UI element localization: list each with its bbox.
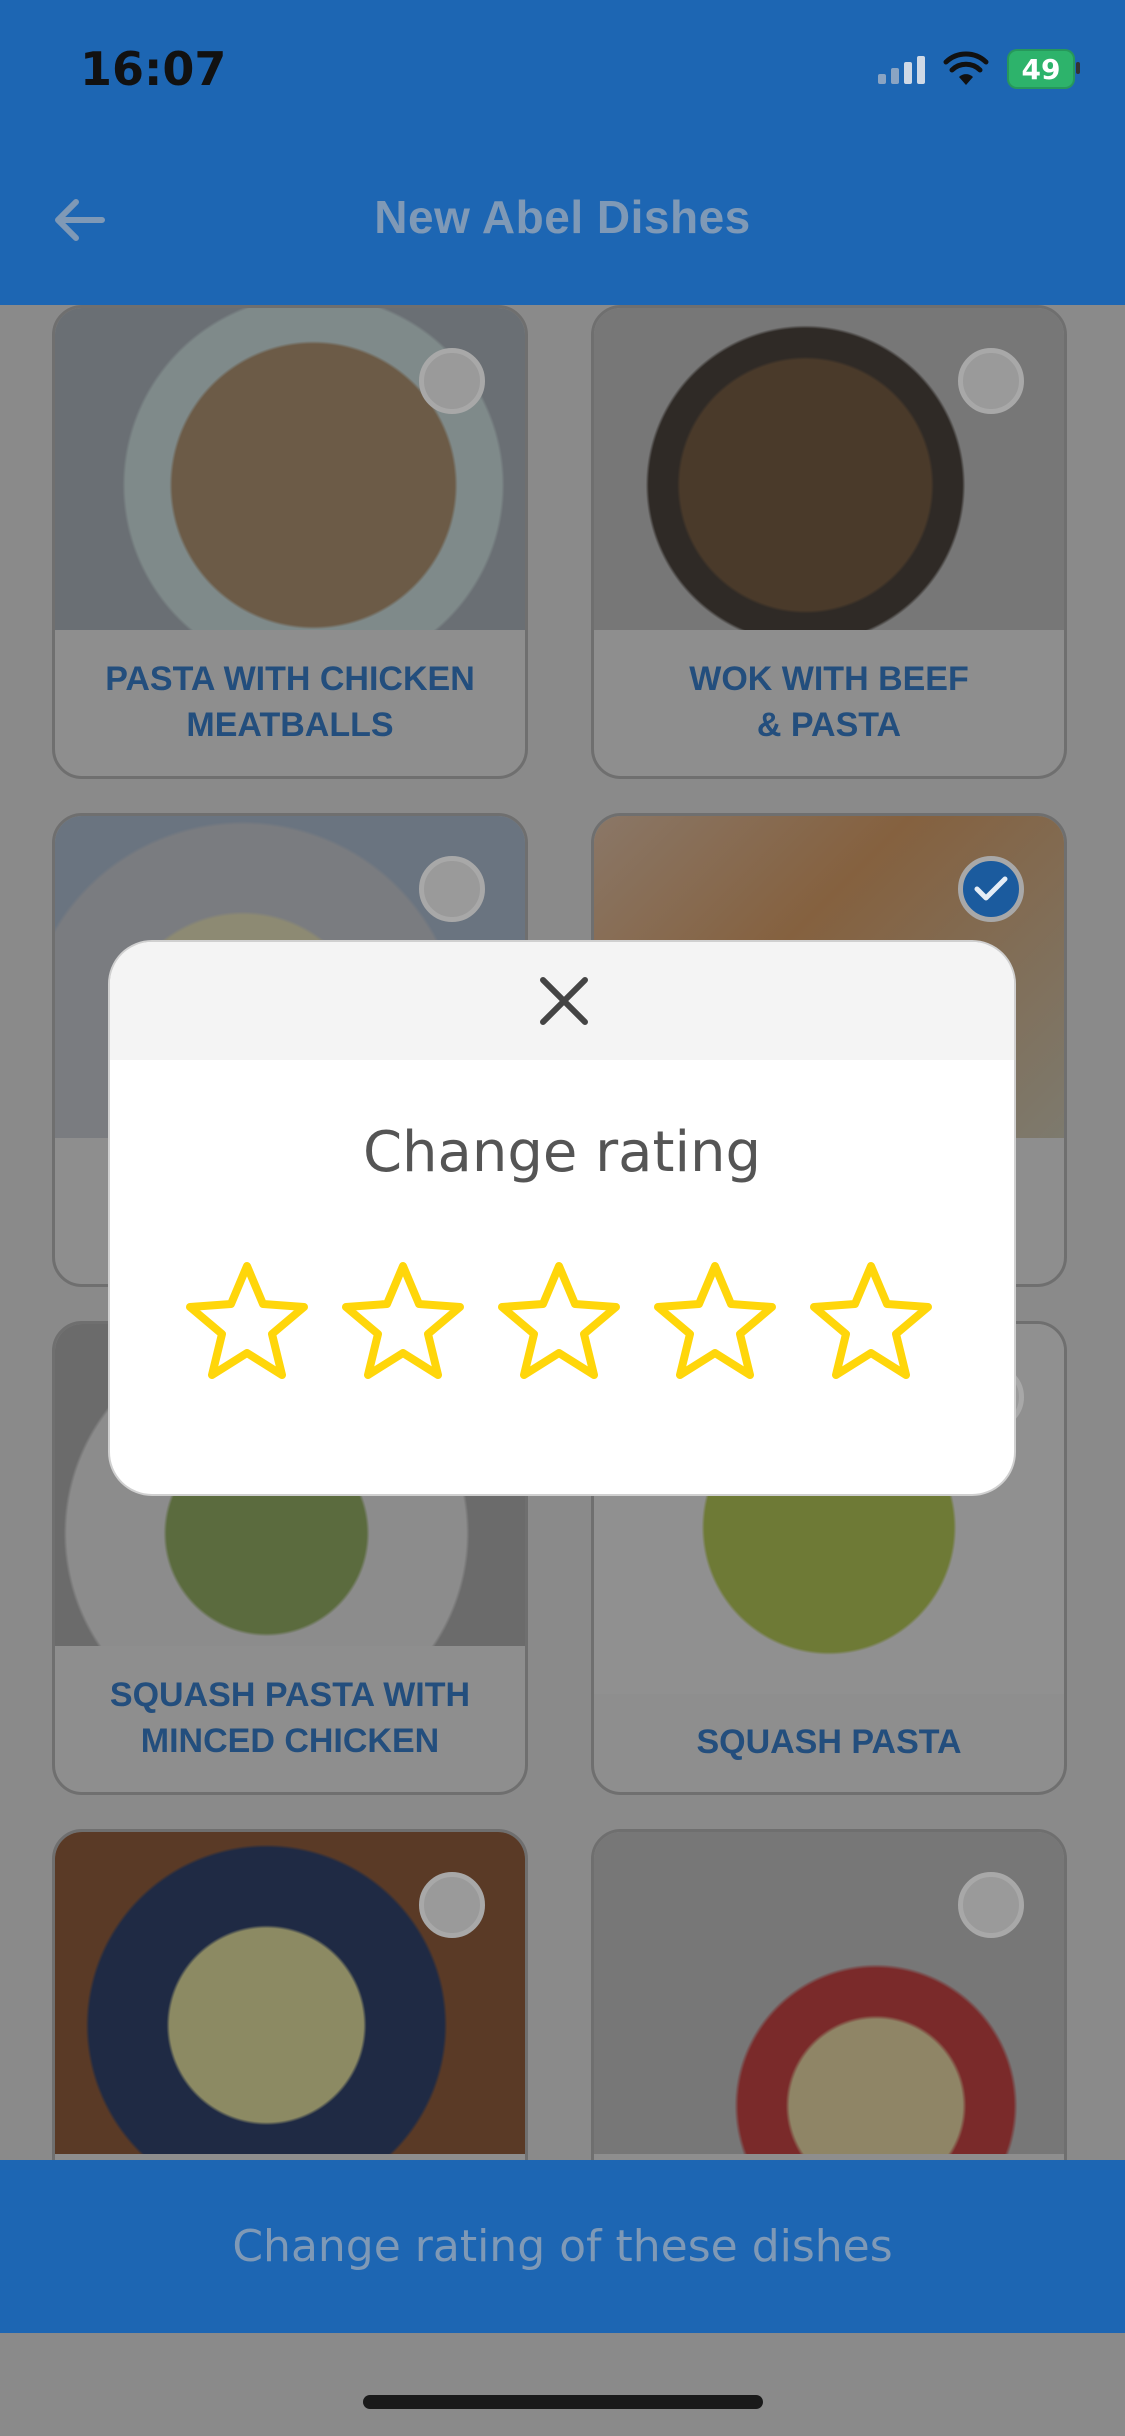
cellular-signal-icon (878, 54, 925, 84)
star-icon-4[interactable] (650, 1260, 780, 1386)
battery-level: 49 (1021, 52, 1061, 86)
dialog-header (110, 942, 1014, 1060)
dish-label-line: MINCED CHICKEN (140, 1722, 440, 1760)
home-indicator[interactable] (363, 2395, 763, 2409)
dish-card[interactable] (591, 1829, 1067, 2160)
battery-icon: 49 (1007, 49, 1080, 89)
dish-label-line: WOK WITH BEEF (689, 660, 969, 698)
status-icons: 49 (878, 46, 1080, 92)
close-icon[interactable] (535, 972, 593, 1030)
select-circle[interactable] (419, 856, 485, 922)
dialog-title: Change rating (362, 1120, 762, 1185)
star-icon-1[interactable] (182, 1260, 312, 1386)
star-rating[interactable] (182, 1260, 936, 1386)
change-rating-button-label: Change rating of these dishes (232, 2221, 893, 2272)
dish-card[interactable]: PASTA WITH CHICKEN MEATBALLS (52, 305, 528, 779)
star-icon-5[interactable] (806, 1260, 936, 1386)
dish-label-line: MEATBALLS (186, 706, 394, 744)
select-circle[interactable] (419, 348, 485, 414)
page-title: New Abel Dishes (374, 191, 751, 243)
star-icon-3[interactable] (494, 1260, 624, 1386)
dish-label-line: & PASTA (756, 706, 902, 744)
dish-card[interactable] (52, 1829, 528, 2160)
dish-label: SQUASH PASTA (594, 1692, 1064, 1792)
select-circle[interactable] (958, 1872, 1024, 1938)
select-circle[interactable] (958, 348, 1024, 414)
select-circle[interactable] (419, 1872, 485, 1938)
dish-label: WOK WITH BEEF & PASTA (594, 628, 1064, 776)
change-rating-button[interactable]: Change rating of these dishes (0, 2160, 1125, 2333)
status-time: 16:07 (80, 42, 227, 96)
wifi-icon (943, 51, 989, 87)
dish-label-line: SQUASH PASTA (696, 1723, 962, 1761)
dish-label: PASTA WITH CHICKEN MEATBALLS (55, 628, 525, 776)
top-bar: 16:07 49 New Abel Dishes (0, 0, 1125, 305)
star-icon-2[interactable] (338, 1260, 468, 1386)
dish-label-line: PASTA WITH CHICKEN (105, 660, 475, 698)
select-circle-checked[interactable] (958, 856, 1024, 922)
change-rating-dialog: Change rating (108, 940, 1016, 1496)
home-area (0, 2333, 1125, 2436)
dish-label: SQUASH PASTA WITH MINCED CHICKEN (55, 1644, 525, 1792)
checkmark-icon (974, 876, 1008, 901)
dish-label-line: SQUASH PASTA WITH (109, 1676, 471, 1714)
dish-card[interactable]: WOK WITH BEEF & PASTA (591, 305, 1067, 779)
